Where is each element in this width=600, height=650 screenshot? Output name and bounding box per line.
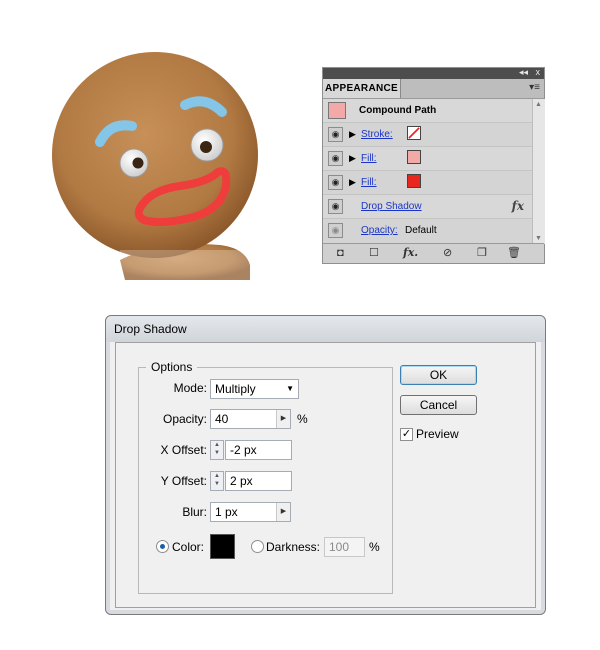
eye-icon[interactable]: ◉ (328, 199, 343, 214)
darkness-value: 100 (329, 540, 350, 554)
drop-shadow-dialog: Drop Shadow Options Mode: Multiply ▼ Opa… (105, 315, 546, 615)
appearance-rows: Compound Path ◉ ▶ Stroke: ◉ ▶ Fill: ◉ ▶ … (323, 99, 532, 244)
fx-icon[interactable]: fx (512, 199, 524, 213)
opacity-unit: % (297, 412, 308, 426)
cookie-head (52, 52, 258, 258)
panel-tabrow: APPEARANCE ▾≡ (323, 79, 544, 99)
fill-label[interactable]: Fill: (361, 153, 377, 164)
stroke-none-swatch[interactable] (407, 126, 421, 140)
opacity-row[interactable]: ◉ Opacity: Default (323, 219, 532, 243)
opacity-input[interactable]: 40 ▶ (210, 409, 291, 429)
panel-menu-icon[interactable]: ▾≡ (529, 82, 540, 93)
darkness-input[interactable]: 100 (324, 537, 365, 557)
panel-bottom-toolbar: ◘ ☐ fx. ⊘ ❐ 🗑 (323, 243, 544, 263)
drop-shadow-label[interactable]: Drop Shadow (361, 201, 422, 212)
trash-icon[interactable]: 🗑 (507, 247, 521, 259)
x-offset-label: X Offset: (160, 443, 207, 457)
object-thumbnail (328, 102, 346, 119)
fill-swatch-red[interactable] (407, 174, 421, 188)
panel-titlebar[interactable]: ◂◂ x (323, 67, 544, 79)
y-offset-input[interactable]: 2 px (225, 471, 292, 491)
x-offset-input[interactable]: -2 px (225, 440, 292, 460)
chevron-down-icon[interactable]: ▼ (286, 380, 294, 398)
y-offset-value: 2 px (230, 474, 253, 488)
dialog-title: Drop Shadow (114, 322, 187, 336)
scroll-up-icon[interactable]: ▲ (535, 101, 542, 108)
expand-triangle-icon[interactable]: ▶ (349, 129, 356, 140)
clear-icon[interactable]: ⊘ (443, 247, 452, 259)
options-group: Options Mode: Multiply ▼ Opacity: 40 ▶ %… (138, 360, 393, 594)
x-offset-value: -2 px (230, 443, 257, 457)
cancel-button[interactable]: Cancel (400, 395, 477, 415)
darkness-unit: % (369, 540, 380, 554)
color-radio[interactable] (156, 540, 169, 553)
mode-label: Mode: (173, 381, 207, 395)
shadow-color-swatch[interactable] (210, 534, 235, 559)
y-offset-stepper[interactable]: ▲ ▼ (210, 471, 224, 491)
popup-arrow-icon[interactable]: ▶ (276, 503, 290, 521)
fill-label[interactable]: Fill: (361, 177, 377, 188)
new-layer-icon[interactable]: ◘ (337, 247, 344, 259)
opacity-label[interactable]: Opacity: (361, 225, 398, 236)
object-header-row[interactable]: Compound Path (323, 99, 532, 123)
y-offset-label: Y Offset: (160, 474, 207, 488)
fill-row-2[interactable]: ◉ ▶ Fill: (323, 171, 532, 195)
color-label: Color: (172, 540, 205, 554)
blur-value: 1 px (215, 505, 238, 519)
opacity-field-label: Opacity: (162, 412, 207, 426)
duplicate-icon[interactable]: ❐ (477, 247, 487, 259)
eye-icon[interactable]: ◉ (328, 127, 343, 142)
x-offset-stepper[interactable]: ▲ ▼ (210, 440, 224, 460)
stroke-row[interactable]: ◉ ▶ Stroke: (323, 123, 532, 147)
drop-shadow-row[interactable]: ◉ Drop Shadow fx (323, 195, 532, 219)
mode-select[interactable]: Multiply ▼ (210, 379, 299, 399)
expand-triangle-icon[interactable]: ▶ (349, 153, 356, 164)
object-label: Compound Path (359, 105, 437, 116)
collapse-icon[interactable]: ◂◂ (519, 67, 528, 78)
opacity-value: Default (405, 225, 437, 236)
mode-value: Multiply (215, 382, 256, 396)
panel-scrollbar[interactable]: ▲ ▼ (532, 99, 545, 244)
dialog-titlebar[interactable]: Drop Shadow (106, 316, 545, 342)
fill-swatch-pink[interactable] (407, 150, 421, 164)
options-legend: Options (146, 360, 198, 374)
add-stroke-icon[interactable]: ☐ (369, 247, 379, 259)
fill-row-1[interactable]: ◉ ▶ Fill: (323, 147, 532, 171)
ok-button[interactable]: OK (400, 365, 477, 385)
dialog-client: Options Mode: Multiply ▼ Opacity: 40 ▶ %… (115, 342, 536, 608)
fx-icon[interactable]: fx. (403, 247, 418, 259)
eye-icon[interactable]: ◉ (328, 175, 343, 190)
eye-icon[interactable]: ◉ (328, 151, 343, 166)
blur-label: Blur: (182, 505, 207, 519)
tab-appearance[interactable]: APPEARANCE (323, 79, 401, 98)
appearance-panel: ◂◂ x APPEARANCE ▾≡ Compound Path ◉ ▶ Str… (322, 67, 545, 264)
popup-arrow-icon[interactable]: ▶ (276, 410, 290, 428)
darkness-label: Darkness: (266, 540, 321, 554)
expand-triangle-icon[interactable]: ▶ (349, 177, 356, 188)
stroke-label[interactable]: Stroke: (361, 129, 393, 140)
preview-checkbox[interactable]: ✓ (400, 428, 413, 441)
gingerbread-illustration (52, 52, 270, 280)
darkness-radio[interactable] (251, 540, 264, 553)
preview-label: Preview (416, 427, 459, 441)
scroll-down-icon[interactable]: ▼ (535, 235, 542, 242)
close-icon[interactable]: x (536, 67, 541, 78)
eye-icon[interactable]: ◉ (328, 223, 343, 238)
blur-input[interactable]: 1 px ▶ (210, 502, 291, 522)
opacity-input-value: 40 (215, 412, 229, 426)
